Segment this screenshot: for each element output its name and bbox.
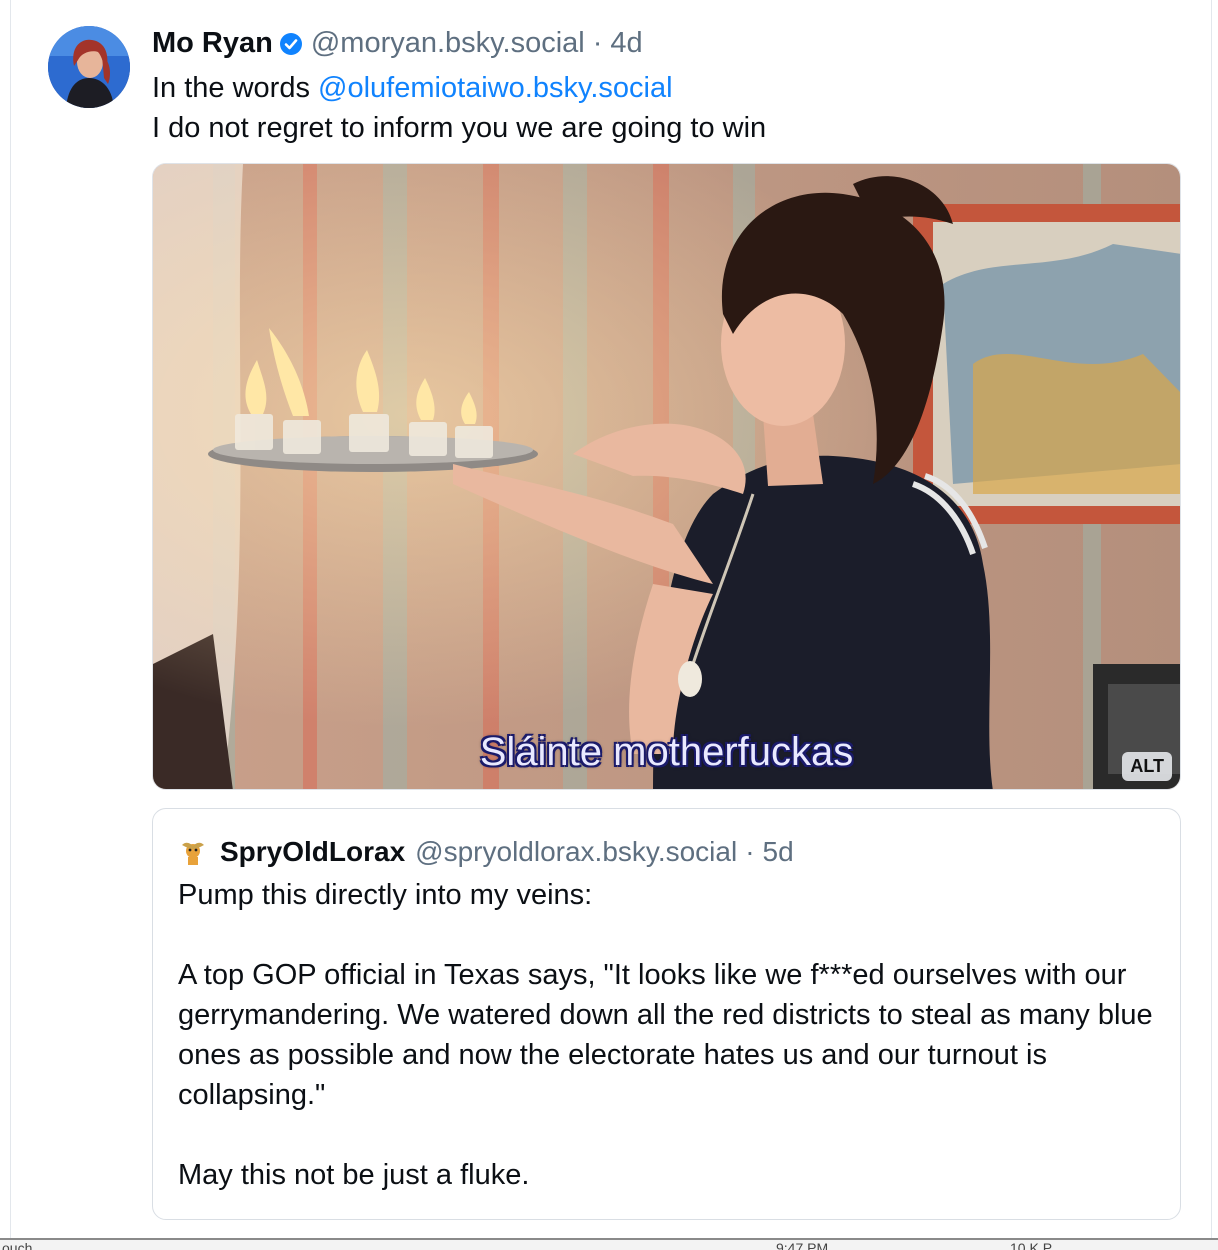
quoted-post-card[interactable]: SpryOldLorax @spryoldlorax.bsky.social ·… [152, 808, 1181, 1220]
author-name[interactable]: Mo Ryan [152, 27, 273, 60]
separator-dot: · [592, 26, 603, 59]
quoted-paragraph-3: May this not be just a fluke. [178, 1159, 530, 1191]
underlying-window-strip: ouch 9:47 PM 10 K P [0, 1238, 1218, 1250]
author-handle[interactable]: @moryan.bsky.social [311, 27, 585, 60]
mention-link[interactable]: @olufemiotaiwo.bsky.social [318, 72, 673, 104]
strip-text-mid: 9:47 PM [776, 1240, 829, 1250]
alt-text-button[interactable]: ALT [1122, 752, 1172, 781]
post-image[interactable]: Sláinte motherfuckas ALT [152, 163, 1181, 790]
post-age[interactable]: 4d [610, 27, 642, 60]
lorax-avatar-icon[interactable] [178, 837, 208, 867]
post-text-line-2: I do not regret to inform you we are goi… [152, 112, 767, 144]
post-header: Mo Ryan @moryan.bsky.social · 4d [152, 26, 643, 60]
strip-text-right: 10 K P [1010, 1240, 1053, 1250]
quoted-paragraph-1: Pump this directly into my veins: [178, 879, 593, 911]
post-text: In the words @olufemiotaiwo.bsky.social … [152, 68, 1182, 148]
quoted-author-name[interactable]: SpryOldLorax [220, 836, 405, 868]
post-text-prefix: In the words [152, 72, 319, 104]
quoted-separator-dot: · [745, 836, 755, 867]
image-caption: Sláinte motherfuckas [479, 730, 854, 774]
verified-check-icon [279, 31, 303, 55]
strip-text-left: ouch [2, 1240, 33, 1250]
quoted-post-header: SpryOldLorax @spryoldlorax.bsky.social ·… [178, 835, 794, 869]
quoted-paragraph-2: A top GOP official in Texas says, "It lo… [178, 959, 1153, 1111]
author-avatar[interactable] [48, 26, 130, 108]
post-text-line-1: In the words @olufemiotaiwo.bsky.social [152, 68, 1182, 108]
quoted-post-text: Pump this directly into my veins: A top … [178, 875, 1158, 1195]
meme-image-illustration [153, 164, 1180, 789]
quoted-author-handle[interactable]: @spryoldlorax.bsky.social [415, 836, 737, 868]
quoted-post-age[interactable]: 5d [763, 836, 794, 868]
